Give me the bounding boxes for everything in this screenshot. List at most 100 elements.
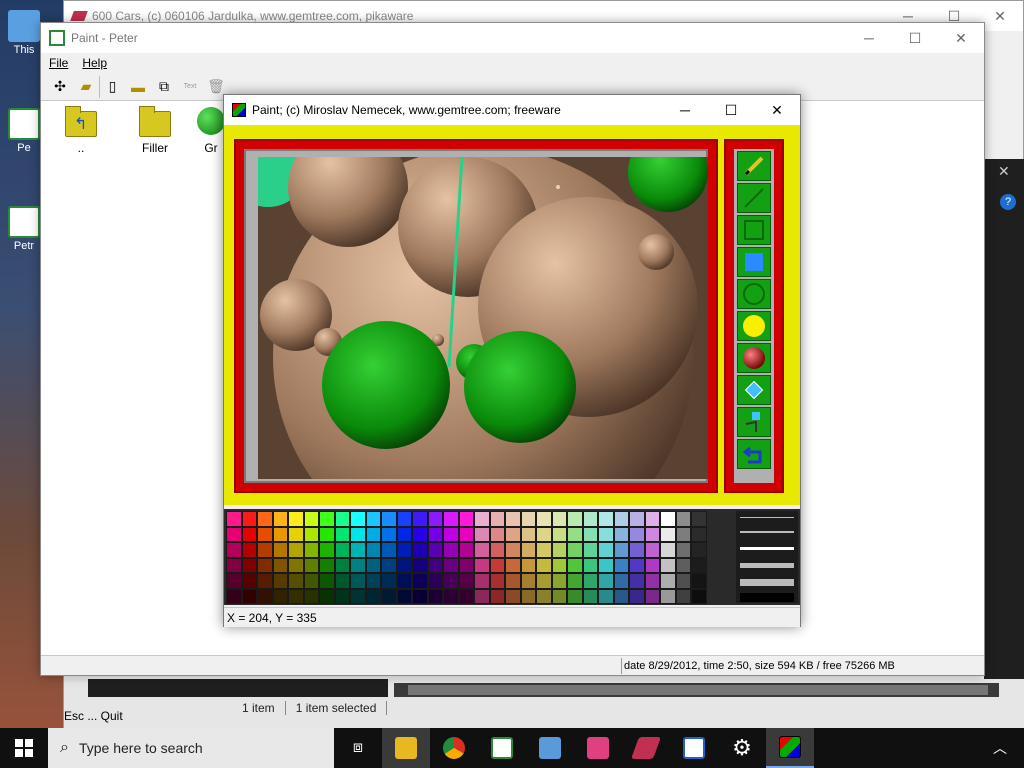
color-swatch[interactable] xyxy=(350,542,366,558)
file-item-filler[interactable]: Filler xyxy=(125,106,185,155)
color-swatch[interactable] xyxy=(319,557,335,573)
color-swatch[interactable] xyxy=(458,526,474,542)
color-swatch[interactable] xyxy=(272,588,288,604)
color-swatch[interactable] xyxy=(536,573,552,589)
color-swatch[interactable] xyxy=(458,557,474,573)
color-swatch[interactable] xyxy=(350,573,366,589)
color-swatch[interactable] xyxy=(505,557,521,573)
color-swatch[interactable] xyxy=(489,526,505,542)
color-swatch[interactable] xyxy=(288,542,304,558)
color-swatch[interactable] xyxy=(412,573,428,589)
color-swatch[interactable] xyxy=(396,557,412,573)
color-swatch[interactable] xyxy=(629,588,645,604)
taskbar-chrome[interactable] xyxy=(430,728,478,768)
color-swatch[interactable] xyxy=(582,557,598,573)
color-swatch[interactable] xyxy=(505,588,521,604)
color-swatch[interactable] xyxy=(241,588,257,604)
color-swatch[interactable] xyxy=(226,511,242,527)
color-swatch[interactable] xyxy=(489,511,505,527)
new-file-icon[interactable]: ▯ xyxy=(99,75,125,98)
color-swatch[interactable] xyxy=(567,573,583,589)
line-width-selector[interactable] xyxy=(736,511,798,603)
color-swatch[interactable] xyxy=(644,526,660,542)
color-swatch[interactable] xyxy=(691,573,707,589)
color-swatch[interactable] xyxy=(334,557,350,573)
desktop-icon-petr[interactable]: Petr xyxy=(4,206,44,252)
taskbar-peter[interactable] xyxy=(478,728,526,768)
taskbar-settings[interactable]: ⚙ xyxy=(718,728,766,768)
run-icon[interactable]: ✣ xyxy=(47,76,73,98)
color-swatch[interactable] xyxy=(381,511,397,527)
color-swatch[interactable] xyxy=(443,526,459,542)
color-swatch[interactable] xyxy=(272,526,288,542)
color-swatch[interactable] xyxy=(660,557,676,573)
color-swatch[interactable] xyxy=(691,526,707,542)
color-swatch[interactable] xyxy=(272,557,288,573)
color-swatch[interactable] xyxy=(520,542,536,558)
color-swatch[interactable] xyxy=(567,588,583,604)
color-swatch[interactable] xyxy=(319,526,335,542)
color-swatch[interactable] xyxy=(675,573,691,589)
color-swatch[interactable] xyxy=(257,588,273,604)
color-swatch[interactable] xyxy=(613,526,629,542)
new-folder-icon[interactable]: ▬ xyxy=(125,76,151,98)
color-swatch[interactable] xyxy=(505,511,521,527)
color-swatch[interactable] xyxy=(691,511,707,527)
title-bar[interactable]: Paint - Peter ─ ☐ ✕ xyxy=(41,23,984,53)
color-swatch[interactable] xyxy=(644,511,660,527)
color-swatch[interactable] xyxy=(319,573,335,589)
taskbar-file-explorer[interactable] xyxy=(382,728,430,768)
color-swatch[interactable] xyxy=(660,542,676,558)
color-swatch[interactable] xyxy=(582,511,598,527)
color-swatch[interactable] xyxy=(675,557,691,573)
color-swatch[interactable] xyxy=(520,526,536,542)
color-swatch[interactable] xyxy=(536,511,552,527)
color-swatch[interactable] xyxy=(412,526,428,542)
copy-icon[interactable]: ⧉ xyxy=(151,76,177,98)
edit-text-icon[interactable]: Text xyxy=(177,76,203,98)
color-swatch[interactable] xyxy=(505,573,521,589)
taskbar-search[interactable]: ⌕ Type here to search xyxy=(48,728,334,768)
color-swatch[interactable] xyxy=(458,511,474,527)
color-swatch[interactable] xyxy=(598,511,614,527)
color-swatch[interactable] xyxy=(505,542,521,558)
color-swatch[interactable] xyxy=(396,526,412,542)
color-swatch[interactable] xyxy=(443,557,459,573)
color-swatch[interactable] xyxy=(582,588,598,604)
color-swatch[interactable] xyxy=(288,588,304,604)
taskbar-app-drawing[interactable] xyxy=(670,728,718,768)
color-swatch[interactable] xyxy=(551,557,567,573)
menu-file[interactable]: File xyxy=(49,56,68,70)
file-item-parent[interactable]: ↰ .. xyxy=(51,106,111,155)
color-swatch[interactable] xyxy=(427,557,443,573)
color-swatch[interactable] xyxy=(551,526,567,542)
color-swatch[interactable] xyxy=(319,511,335,527)
color-swatch[interactable] xyxy=(474,542,490,558)
color-swatch[interactable] xyxy=(598,573,614,589)
color-swatch[interactable] xyxy=(474,588,490,604)
scroll-thumb[interactable] xyxy=(408,685,988,695)
color-swatch[interactable] xyxy=(520,557,536,573)
menu-help[interactable]: Help xyxy=(82,56,107,70)
color-swatch[interactable] xyxy=(629,573,645,589)
color-swatch[interactable] xyxy=(427,511,443,527)
maximize-button[interactable]: ☐ xyxy=(892,23,938,53)
color-swatch[interactable] xyxy=(629,557,645,573)
color-swatch[interactable] xyxy=(334,573,350,589)
color-swatch[interactable] xyxy=(660,573,676,589)
color-swatch[interactable] xyxy=(489,557,505,573)
color-swatch[interactable] xyxy=(288,511,304,527)
color-swatch[interactable] xyxy=(567,557,583,573)
color-swatch[interactable] xyxy=(334,526,350,542)
color-swatch[interactable] xyxy=(443,542,459,558)
minimize-button[interactable]: ─ xyxy=(846,23,892,53)
color-swatch[interactable] xyxy=(319,542,335,558)
color-swatch[interactable] xyxy=(303,588,319,604)
color-swatch[interactable] xyxy=(675,526,691,542)
color-swatch[interactable] xyxy=(350,588,366,604)
spray-tool[interactable] xyxy=(737,407,771,437)
color-swatch[interactable] xyxy=(257,511,273,527)
color-swatch[interactable] xyxy=(474,526,490,542)
color-swatch[interactable] xyxy=(474,573,490,589)
color-swatch[interactable] xyxy=(644,588,660,604)
